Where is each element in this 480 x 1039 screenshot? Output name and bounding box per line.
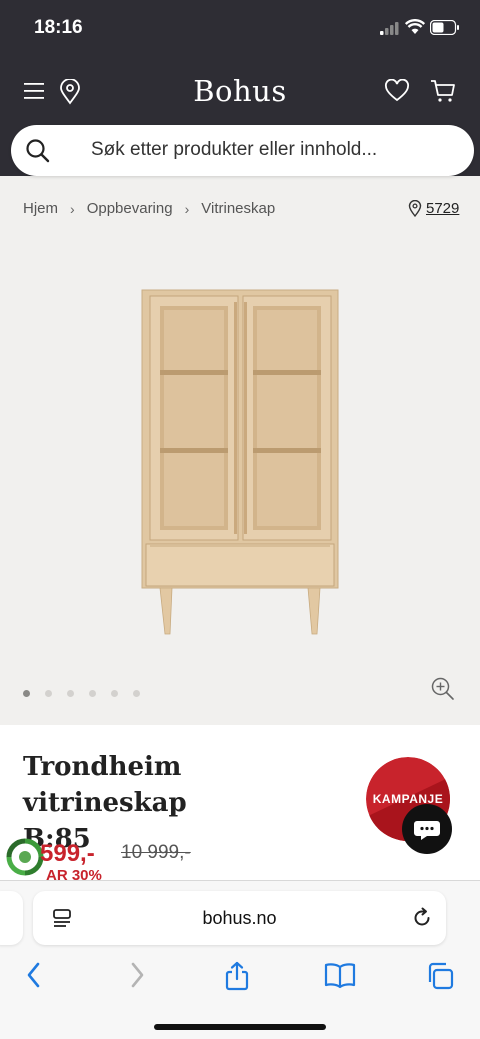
back-chevron-icon[interactable] [24,961,44,989]
gallery-dot[interactable] [133,690,140,697]
cellular-signal-icon [380,22,399,35]
gallery-dot[interactable] [23,690,30,697]
gallery-dot[interactable] [67,690,74,697]
sale-price: 599,- [40,840,95,867]
url-text[interactable]: bohus.no [33,908,446,929]
recycle-badge-icon[interactable] [6,838,44,876]
breadcrumb-home[interactable]: Hjem [23,200,58,217]
previous-tab-preview[interactable] [0,891,23,945]
battery-icon [430,20,459,35]
search-icon [26,139,50,163]
gallery-dot[interactable] [45,690,52,697]
tabs-overview-icon[interactable] [425,961,455,991]
chevron-right-icon: › [70,200,75,217]
gallery-dot[interactable] [89,690,96,697]
breadcrumb-storage[interactable]: Oppbevaring [87,200,173,217]
original-price: 10 999,- [121,842,191,863]
share-icon[interactable] [224,961,250,991]
store-selector[interactable]: 5729 [408,200,459,217]
breadcrumb: Hjem › Oppbevaring › Vitrineskap [23,200,275,217]
forward-chevron-icon[interactable] [127,961,147,989]
chat-button[interactable] [402,804,452,854]
wishlist-heart-icon[interactable] [384,79,410,103]
store-number[interactable]: 5729 [426,200,459,217]
home-indicator[interactable] [154,1024,326,1030]
bookmarks-book-icon[interactable] [324,961,356,989]
breadcrumb-display-cabinet[interactable]: Vitrineskap [201,200,275,217]
product-image[interactable] [130,282,350,642]
wifi-icon [405,19,425,34]
chevron-right-icon: › [184,200,190,217]
gallery-pagination [23,690,155,697]
status-time: 18:16 [34,17,83,38]
status-bar: 18:16 [0,0,480,58]
chat-bubble-icon [414,821,440,840]
browser-toolbar [0,961,480,995]
cart-icon[interactable] [430,79,456,103]
location-pin-icon [408,200,422,217]
address-bar[interactable]: bohus.no [33,891,446,945]
zoom-in-icon[interactable] [430,676,456,702]
browser-chrome: bohus.no [0,880,480,1039]
search-bar[interactable]: Søk etter produkter eller innhold... [11,125,474,176]
product-title-line: Trondheim vitrineskap [23,752,187,818]
search-input[interactable]: Søk etter produkter eller innhold... [91,139,377,161]
gallery-dot[interactable] [111,690,118,697]
product-info: Trondheim vitrineskap B:85 KAMPANJE 599,… [0,725,480,884]
reload-icon[interactable] [411,907,433,929]
